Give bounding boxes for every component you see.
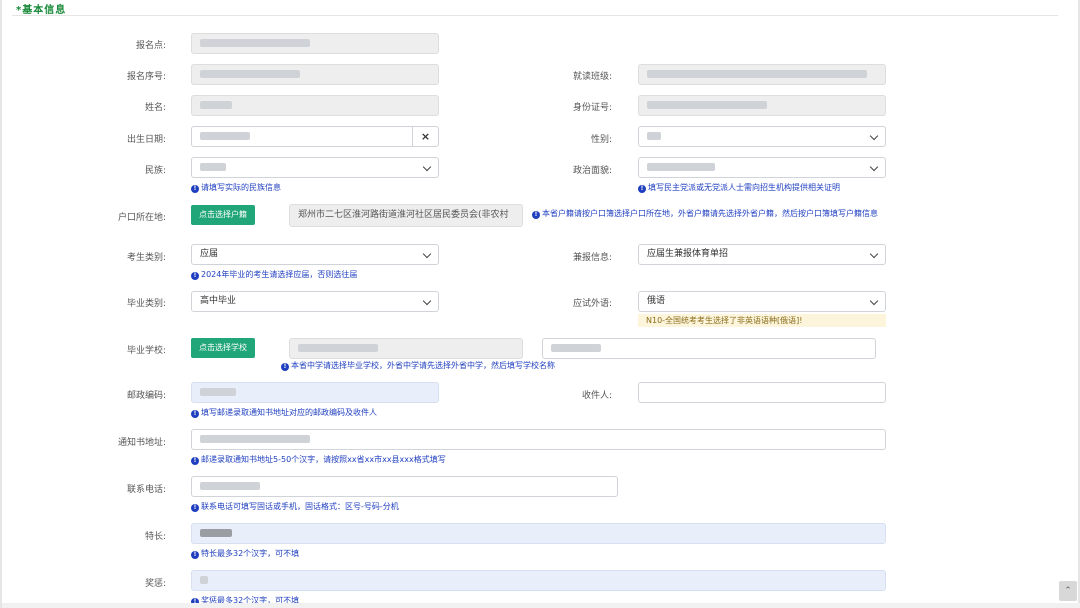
foreign-language-label: 应试外语: <box>572 299 612 309</box>
horizontal-scrollbar[interactable] <box>2 603 1080 608</box>
specialty-hint: ! 特长最多32个汉字，可不填 <box>191 548 299 559</box>
info-circle-icon: ! <box>191 457 199 465</box>
id-number-label: 身份证号: <box>572 103 612 113</box>
redacted-value <box>647 162 715 171</box>
birth-date-input[interactable] <box>191 126 413 147</box>
name-label: 姓名: <box>144 103 166 113</box>
candidate-type-hint: ! 2024年毕业的考生请选择应届，否则选往届 <box>191 269 357 280</box>
redacted-value <box>647 100 767 109</box>
double-chevron-up-icon[interactable]: ⌃ <box>1059 581 1077 601</box>
graduation-type-select[interactable]: 高中毕业 <box>191 291 439 312</box>
registration-no-field <box>191 64 439 85</box>
school-name-input[interactable] <box>542 338 876 359</box>
info-circle-icon: ! <box>191 551 199 559</box>
redacted-value <box>200 69 300 78</box>
registration-point-label: 报名点: <box>135 41 166 51</box>
redacted-value <box>200 162 226 171</box>
redacted-value <box>200 575 208 584</box>
class-field <box>638 64 886 85</box>
recipient-label: 收件人: <box>581 391 612 401</box>
info-circle-icon: ! <box>191 504 199 512</box>
ethnicity-hint: ! 请填写实际的民族信息 <box>191 182 281 193</box>
class-label: 就读班级: <box>572 72 612 82</box>
mail-address-hint: ! 邮递录取通知书地址5-50个汉字，请按照xx省xx市xx县xxx格式填写 <box>191 454 446 465</box>
phone-input[interactable] <box>191 476 618 497</box>
specialty-label: 特长: <box>144 532 166 542</box>
info-circle-icon: ! <box>191 272 199 280</box>
info-circle-icon: ! <box>191 185 199 193</box>
gender-label: 性别: <box>590 135 612 145</box>
concurrent-info-select[interactable]: 应届生兼报体育单招 <box>638 244 886 265</box>
section-divider <box>12 15 1058 16</box>
info-circle-icon: ! <box>638 185 646 193</box>
form-panel: *基本信息 报名点: 报名序号: 就读班级: 姓名: 身份证号: 出生日期: ×… <box>0 0 1080 608</box>
foreign-language-warning: N10-全国统考考生选择了非英语语种[俄语]! <box>638 314 886 327</box>
political-status-label: 政治面貌: <box>572 166 612 176</box>
select-household-button[interactable]: 点击选择户籍 <box>191 205 255 225</box>
awards-input[interactable] <box>191 570 886 591</box>
registration-no-label: 报名序号: <box>126 72 166 82</box>
graduation-type-label: 毕业类别: <box>126 299 166 309</box>
ethnicity-select[interactable] <box>191 157 439 178</box>
household-hint: ! 本省户籍请按户口簿选择户口所在地，外省户籍请先选择外省户籍，然后按户口簿填写户… <box>532 208 886 219</box>
political-status-select[interactable] <box>638 157 886 178</box>
gender-select[interactable] <box>638 126 886 147</box>
postal-code-hint: ! 填写邮递录取通知书地址对应的邮政编码及收件人 <box>191 407 377 418</box>
candidate-type-label: 考生类别: <box>126 253 166 263</box>
redacted-value <box>200 387 236 396</box>
mail-address-label: 通知书地址: <box>117 438 166 448</box>
redacted-value <box>200 434 310 443</box>
info-circle-icon: ! <box>532 211 540 219</box>
select-school-button[interactable]: 点击选择学校 <box>191 338 255 358</box>
recipient-input[interactable] <box>638 382 886 403</box>
school-label: 毕业学校: <box>126 346 166 356</box>
redacted-value <box>298 343 378 352</box>
mail-address-input[interactable] <box>191 429 886 450</box>
phone-hint: ! 联系电话可填写固话或手机，固话格式：区号-号码-分机 <box>191 501 399 512</box>
redacted-value <box>647 69 867 78</box>
info-circle-icon: ! <box>281 363 289 371</box>
redacted-value <box>200 100 232 109</box>
ethnicity-label: 民族: <box>144 166 166 176</box>
redacted-value <box>200 38 310 47</box>
awards-label: 奖惩: <box>144 579 166 589</box>
school-name-field <box>289 338 523 359</box>
close-icon[interactable]: × <box>413 126 439 147</box>
redacted-value <box>200 131 250 140</box>
id-number-field <box>638 95 886 116</box>
postal-code-input[interactable] <box>191 382 439 403</box>
school-hint: ! 本省中学请选择毕业学校，外省中学请先选择外省中学，然后填写学校名称 <box>281 360 555 371</box>
specialty-input[interactable] <box>191 523 886 544</box>
household-field: 郑州市二七区淮河路街道淮河社区居民委员会(非农村 <box>289 204 523 227</box>
phone-label: 联系电话: <box>126 485 166 495</box>
political-status-hint: ! 填写民主党派或无党派人士需向招生机构提供相关证明 <box>638 182 840 193</box>
postal-code-label: 邮政编码: <box>126 391 166 401</box>
birth-date-label: 出生日期: <box>126 135 166 145</box>
info-circle-icon: ! <box>191 410 199 418</box>
redacted-value <box>200 481 260 490</box>
redacted-value <box>551 343 601 352</box>
foreign-language-select[interactable]: 俄语 <box>638 291 886 312</box>
section-title: *基本信息 <box>16 5 67 16</box>
concurrent-info-label: 兼报信息: <box>572 253 612 263</box>
redacted-value <box>647 131 661 140</box>
registration-point-field <box>191 33 439 54</box>
household-label: 户口所在地: <box>117 213 166 223</box>
redacted-value <box>200 528 232 537</box>
candidate-type-select[interactable]: 应届 <box>191 244 439 265</box>
name-field <box>191 95 439 116</box>
